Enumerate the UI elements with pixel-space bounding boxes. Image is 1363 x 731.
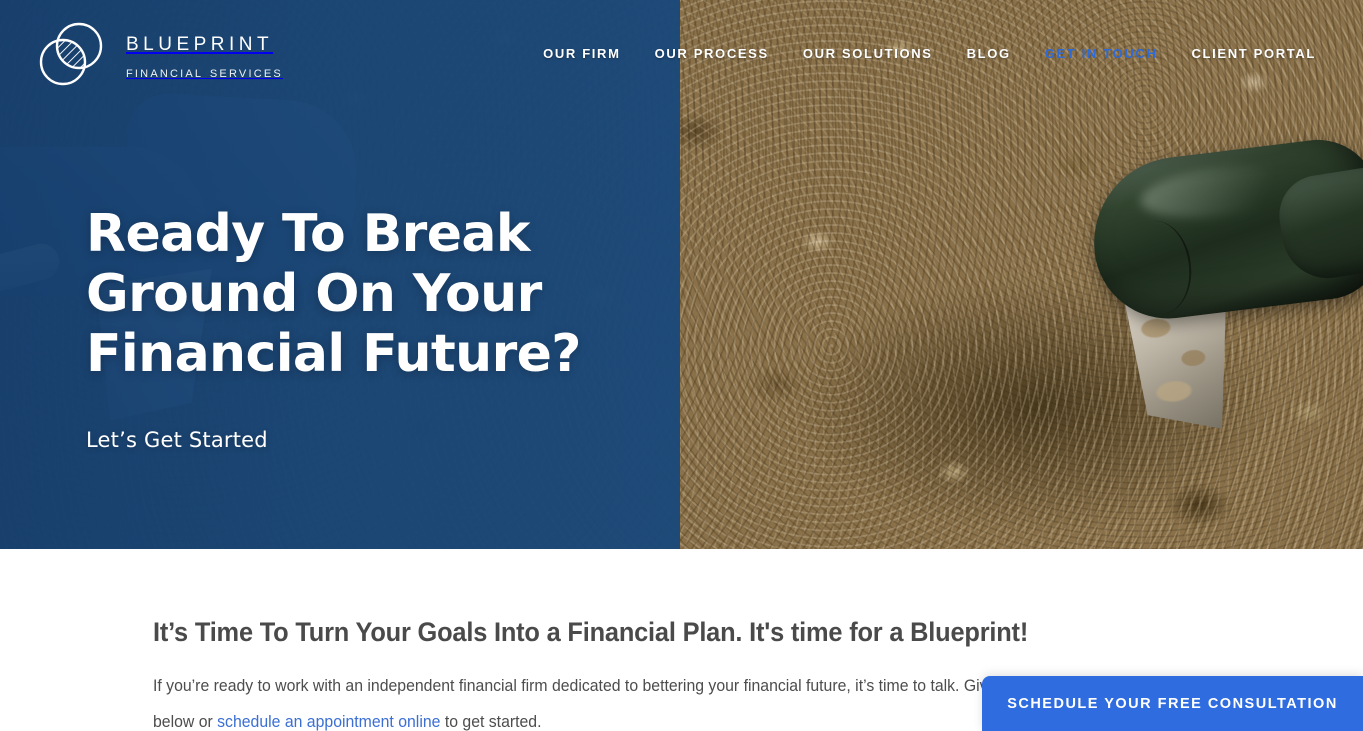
nav-item-get-in-touch[interactable]: Get In Touch	[1028, 42, 1175, 65]
brand-wordmark: Blueprint Financial Services	[126, 26, 283, 82]
site-header: Blueprint Financial Services Our Firm Ou…	[0, 0, 1363, 104]
brand-logo-link[interactable]: Blueprint Financial Services	[36, 18, 283, 90]
nav-item-our-process[interactable]: Our Process	[638, 42, 786, 65]
hero-title: Ready To Break Ground On Your Financial …	[86, 204, 646, 384]
nav-item-our-solutions[interactable]: Our Solutions	[786, 42, 950, 65]
hero-copy: Ready To Break Ground On Your Financial …	[86, 204, 646, 452]
section-body-text-after-link: to get started.	[440, 712, 542, 731]
page-root: Ready To Break Ground On Your Financial …	[0, 0, 1363, 731]
nav-item-client-portal[interactable]: Client Portal	[1175, 42, 1333, 65]
primary-navigation: Our Firm Our Process Our Solutions Blog …	[526, 42, 1333, 65]
hero-title-line-2: Ground On Your	[86, 264, 542, 324]
nav-item-our-firm[interactable]: Our Firm	[526, 42, 637, 65]
brand-subtitle: Financial Services	[126, 64, 283, 81]
hero-title-line-3: Financial Future?	[86, 324, 581, 384]
section-heading: It’s Time To Turn Your Goals Into a Fina…	[153, 617, 1029, 647]
nav-item-blog[interactable]: Blog	[950, 42, 1028, 65]
boot-and-shovel-illustration	[1084, 133, 1363, 440]
overlapping-circles-venn-icon	[36, 18, 108, 90]
hero-title-line-1: Ready To Break	[86, 204, 530, 264]
hero-subtitle: Let’s Get Started	[86, 428, 268, 452]
brand-title: Blueprint	[126, 26, 274, 56]
schedule-consultation-button[interactable]: Schedule Your Free Consultation	[982, 676, 1363, 731]
schedule-appointment-link[interactable]: schedule an appointment online	[217, 712, 440, 731]
